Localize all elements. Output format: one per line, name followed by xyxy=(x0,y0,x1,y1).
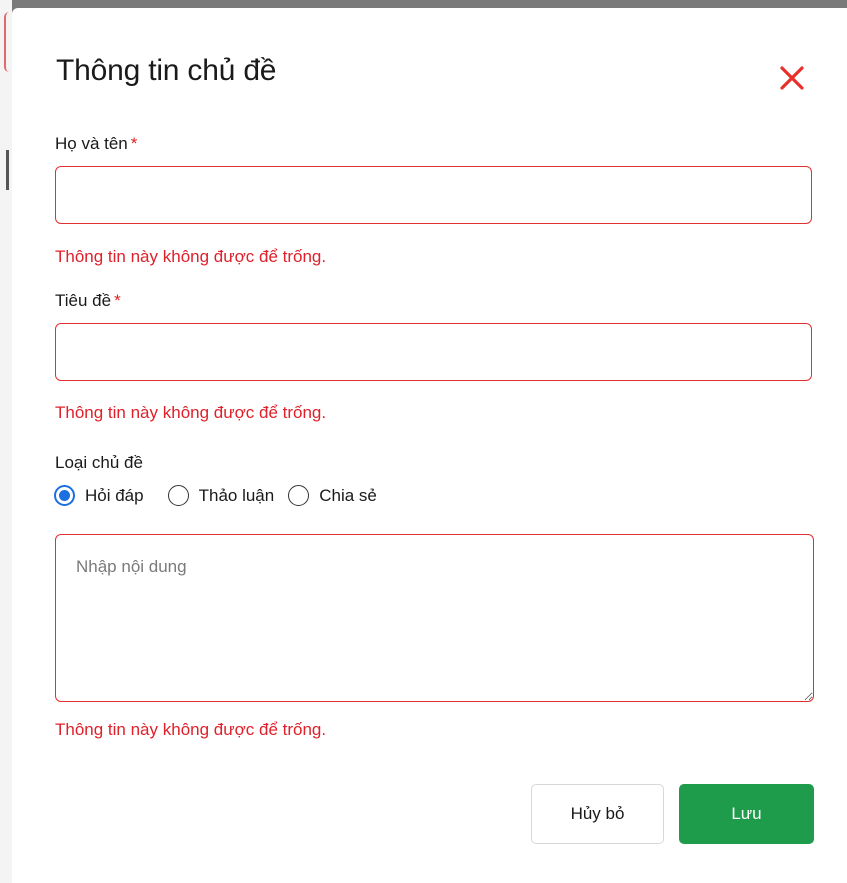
dialog-title: Thông tin chủ đề xyxy=(56,54,277,87)
full-name-label-text: Họ và tên xyxy=(55,134,128,153)
background-decoration xyxy=(6,150,9,190)
radio-button[interactable] xyxy=(167,485,189,506)
radio-button-checked[interactable] xyxy=(54,485,75,506)
full-name-input[interactable] xyxy=(55,166,812,224)
radio-option-share[interactable]: Chia sẻ xyxy=(288,485,377,506)
topic-type-radio-group: Hỏi đáp Thảo luận Chia sẻ xyxy=(54,485,387,506)
close-icon xyxy=(780,66,804,90)
radio-option-qa[interactable]: Hỏi đáp xyxy=(54,485,144,506)
required-mark: * xyxy=(130,134,138,153)
subject-label: Tiêu đề * xyxy=(55,291,121,311)
cancel-button[interactable]: Hủy bỏ xyxy=(531,784,664,844)
radio-button[interactable] xyxy=(288,485,310,506)
content-textarea[interactable] xyxy=(55,534,814,702)
topic-info-dialog: Thông tin chủ đề Họ và tên * Thông tin nà… xyxy=(12,8,847,883)
radio-option-discussion[interactable]: Thảo luận xyxy=(167,485,275,506)
background-decoration xyxy=(4,12,9,72)
radio-option-label: Thảo luận xyxy=(198,485,275,505)
save-button[interactable]: Lưu xyxy=(679,784,814,844)
required-mark: * xyxy=(114,291,121,310)
subject-label-text: Tiêu đề xyxy=(55,291,112,310)
subject-error: Thông tin này không được để trống. xyxy=(55,403,327,422)
content-error: Thông tin này không được để trống. xyxy=(55,720,327,739)
close-button[interactable] xyxy=(776,62,808,94)
full-name-label: Họ và tên * xyxy=(55,134,137,154)
subject-input[interactable] xyxy=(55,323,812,381)
topic-type-label: Loại chủ đề xyxy=(55,453,143,472)
background-page-edge xyxy=(0,0,12,883)
radio-option-label: Chia sẻ xyxy=(319,485,377,505)
radio-option-label: Hỏi đáp xyxy=(85,485,144,505)
full-name-error: Thông tin này không được để trống. xyxy=(55,247,327,266)
